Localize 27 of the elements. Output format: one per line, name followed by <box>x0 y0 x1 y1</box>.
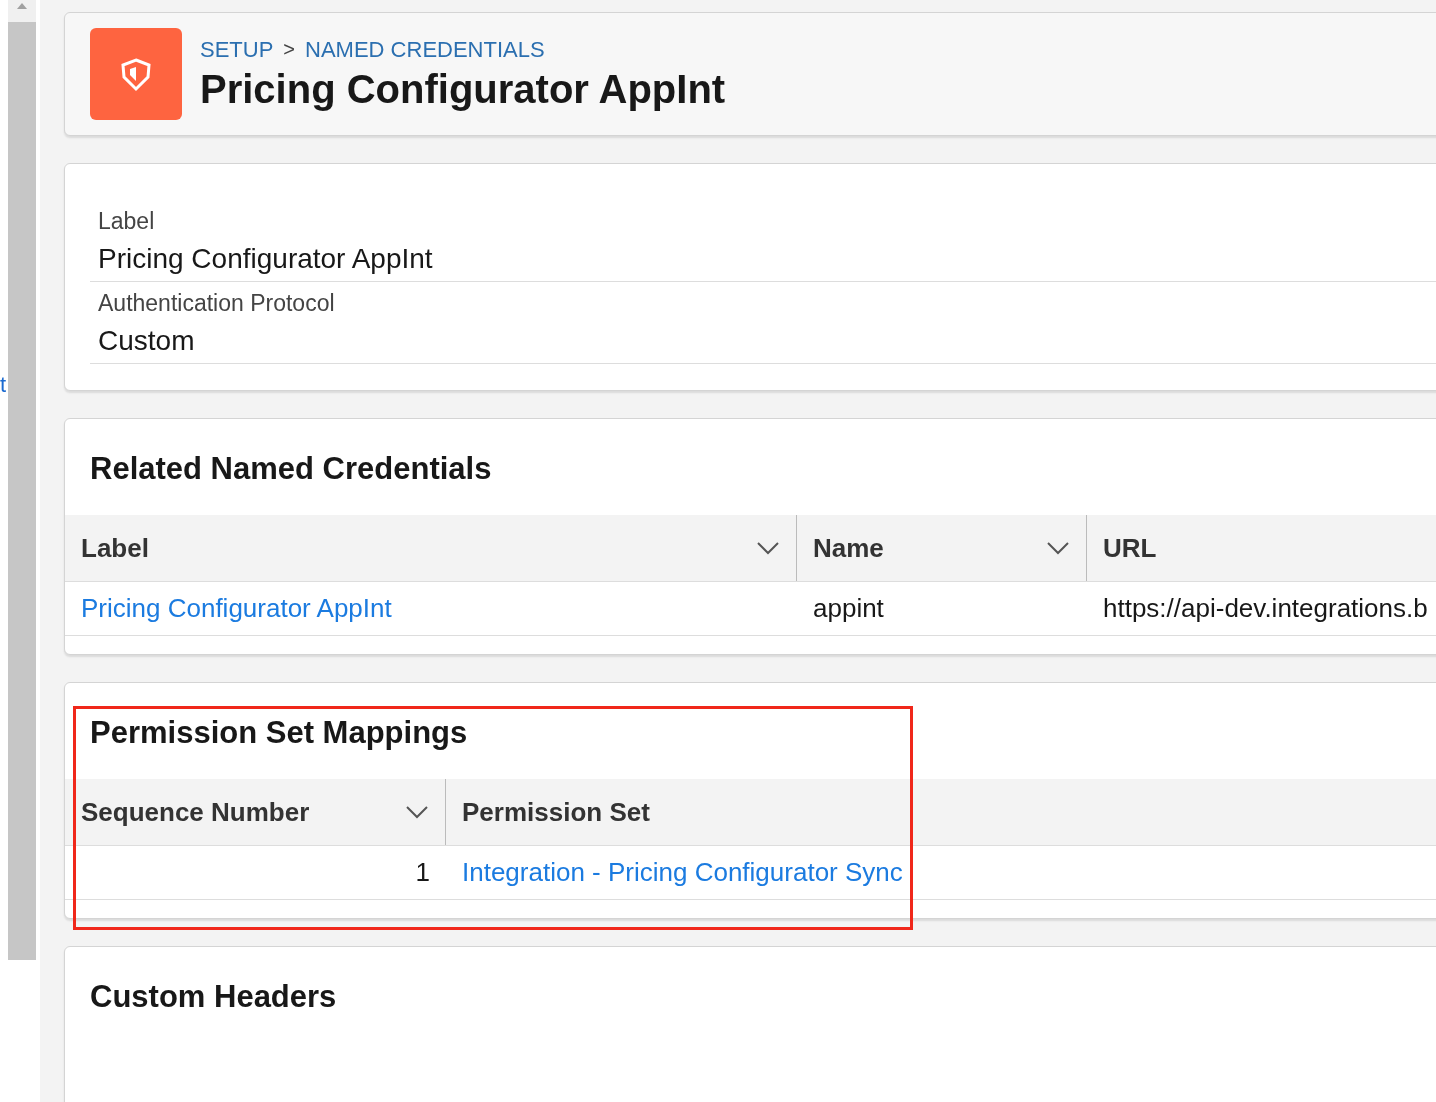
breadcrumb-link[interactable]: SETUP <box>200 36 274 63</box>
column-header[interactable]: Permission Set <box>446 779 1436 845</box>
breadcrumb-separator: > <box>283 38 296 61</box>
record-link[interactable]: Integration - Pricing Configurator Sync <box>446 857 1436 888</box>
scroll-up-arrow-icon[interactable] <box>17 3 27 9</box>
field-label: Label <box>98 208 156 235</box>
field-value: Pricing Configurator AppInt <box>98 243 434 275</box>
field-label: Authentication Protocol <box>98 290 336 317</box>
section-title: Custom Headers <box>89 978 338 1016</box>
column-header[interactable]: Name <box>797 515 1087 581</box>
table-cell-text: 1 <box>414 857 431 888</box>
table-cell-text: https://api-dev.integrations.b <box>1102 593 1429 624</box>
link-text[interactable]: t <box>0 372 6 398</box>
section-title: Related Named Credentials <box>89 450 493 488</box>
chevron-down-icon <box>756 541 780 555</box>
table-cell-text: appint <box>812 593 885 624</box>
shield-icon <box>90 28 182 120</box>
breadcrumb-link[interactable]: NAMED CREDENTIALS <box>305 36 545 63</box>
field-value: Custom <box>98 325 196 357</box>
column-header[interactable]: URL <box>1087 515 1436 581</box>
column-header[interactable]: Sequence Number <box>65 779 446 845</box>
section-title: Permission Set Mappings <box>89 714 469 752</box>
column-header[interactable]: Label <box>65 515 797 581</box>
record-link[interactable]: Pricing Configurator AppInt <box>65 593 797 624</box>
chevron-down-icon <box>405 805 429 819</box>
chevron-down-icon <box>1046 541 1070 555</box>
page-title: Pricing Configurator AppInt <box>200 66 726 112</box>
